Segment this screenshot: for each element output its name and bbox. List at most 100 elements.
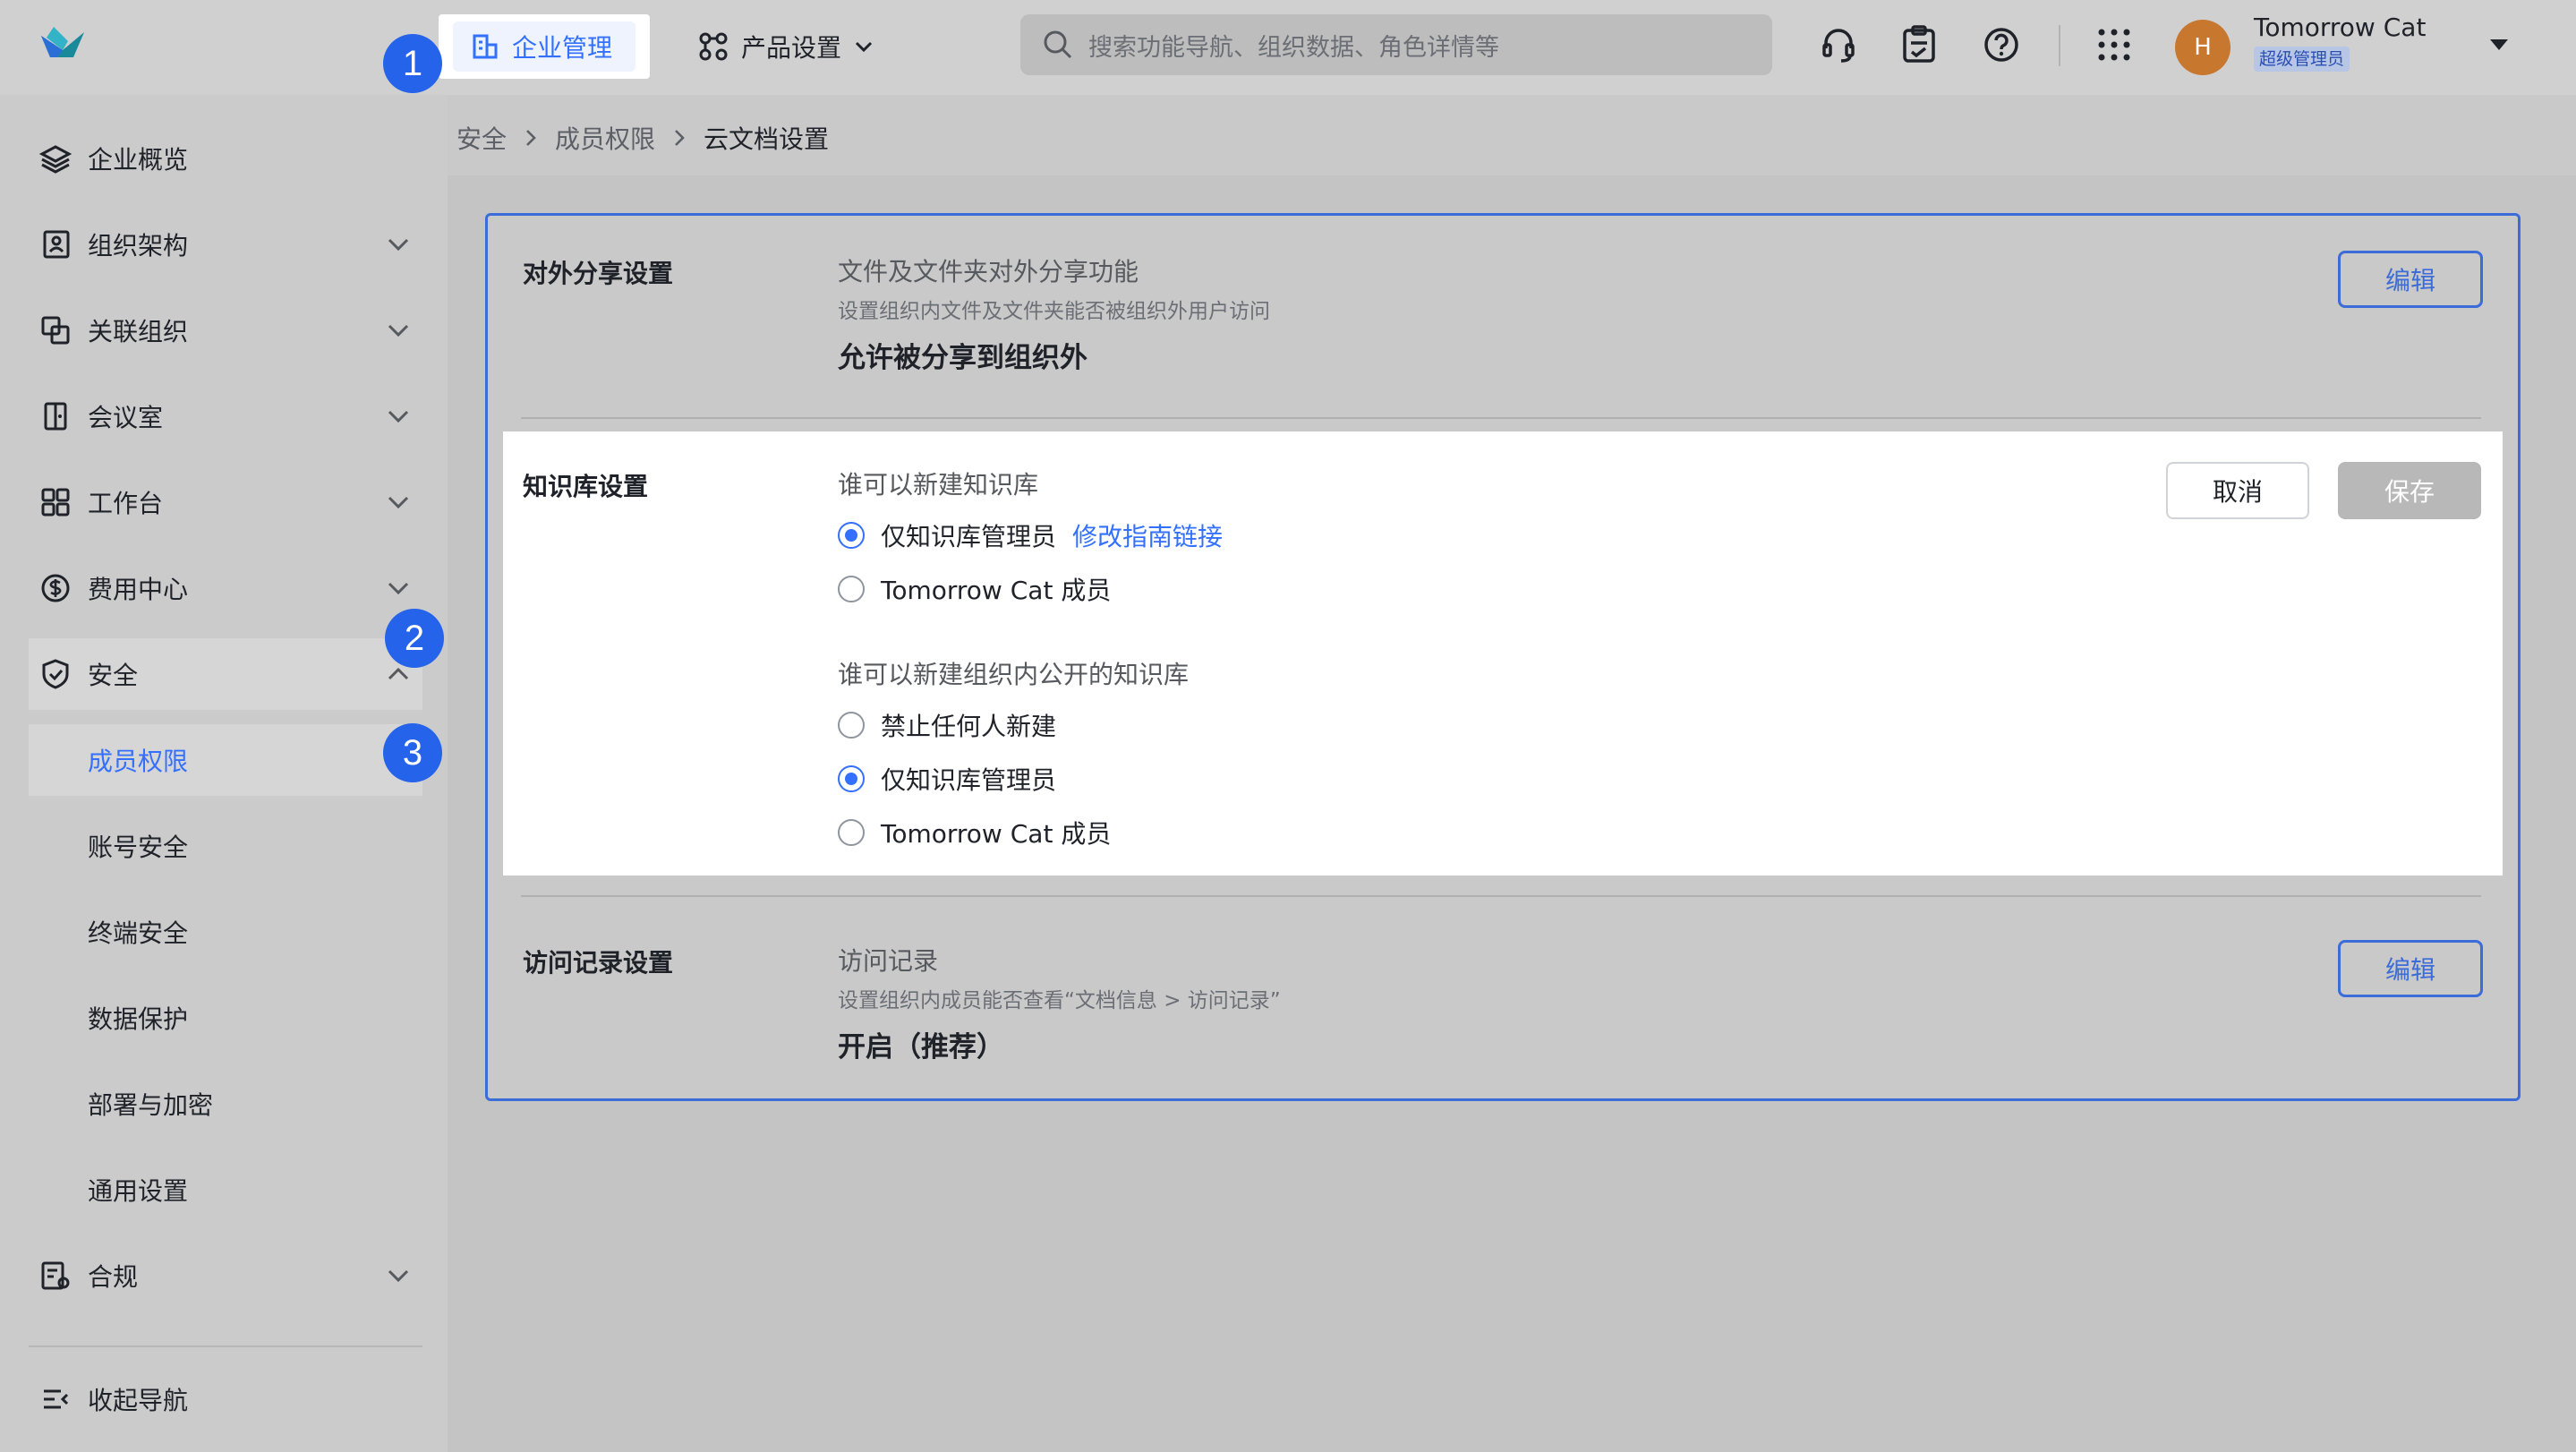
building-icon — [473, 34, 498, 59]
sidebar-subitem-device-security[interactable]: 终端安全 — [29, 896, 422, 968]
chevron-down-icon — [388, 324, 409, 337]
breadcrumb-current: 云文档设置 — [704, 124, 830, 154]
header-divider — [2059, 25, 2060, 66]
nav-product-label: 产品设置 — [741, 33, 842, 63]
sidebar-item-label: 关联组织 — [88, 317, 189, 346]
compliance-doc-icon — [41, 1261, 70, 1290]
kb-cancel-button[interactable]: 取消 — [2166, 462, 2309, 519]
sidebar-divider — [29, 1345, 422, 1347]
clipboard-icon[interactable] — [1898, 23, 1941, 66]
sidebar-subitem-member-permissions[interactable]: 成员权限 — [29, 724, 422, 796]
annotation-badge-1: 1 — [383, 34, 442, 93]
sidebar-item-org-structure[interactable]: 组织架构 — [29, 209, 422, 280]
collapse-icon — [44, 1389, 69, 1409]
access-edit-button[interactable]: 编辑 — [2338, 940, 2483, 997]
sidebar-subitem-general-settings[interactable]: 通用设置 — [29, 1154, 422, 1226]
nav-enterprise-management[interactable]: 企业管理 — [453, 21, 635, 72]
sidebar-item-label: 会议室 — [88, 403, 164, 432]
chevron-down-icon — [388, 496, 409, 509]
sidebar-item-compliance[interactable]: 合规 — [29, 1240, 422, 1311]
kb-q2-option-members[interactable]: Tomorrow Cat 成员 — [838, 815, 1111, 850]
headset-icon[interactable] — [1817, 23, 1860, 66]
sidebar-subitem-label: 部署与加密 — [88, 1090, 214, 1120]
dollar-icon — [41, 574, 70, 602]
sidebar-subitem-label: 账号安全 — [88, 833, 189, 862]
sidebar-item-label: 安全 — [88, 661, 139, 690]
chevron-down-icon — [388, 582, 409, 595]
sidebar-subitem-account-security[interactable]: 账号安全 — [29, 810, 422, 882]
collapse-nav-label: 收起导航 — [88, 1386, 189, 1415]
annotation-badge-2: 2 — [385, 609, 444, 668]
avatar[interactable]: H — [2175, 20, 2231, 75]
app-grid-icon[interactable] — [2093, 23, 2136, 66]
sidebar-subitem-deployment-encryption[interactable]: 部署与加密 — [29, 1068, 422, 1140]
sidebar-item-security[interactable]: 安全 — [29, 638, 422, 710]
user-role-badge: 超级管理员 — [2254, 47, 2350, 72]
sidebar-item-billing[interactable]: 费用中心 — [29, 552, 422, 624]
radio-unselected[interactable] — [838, 819, 865, 846]
caret-down-icon[interactable] — [2486, 36, 2512, 54]
share-settings-subtitle: 文件及文件夹对外分享功能 — [838, 257, 1139, 286]
breadcrumb-member-permissions[interactable]: 成员权限 — [555, 120, 655, 156]
sidebar-item-workbench[interactable]: 工作台 — [29, 466, 422, 538]
shield-icon — [42, 659, 69, 689]
share-settings-title: 对外分享设置 — [523, 259, 674, 288]
sidebar-item-overview[interactable]: 企业概览 — [29, 123, 422, 194]
chevron-right-icon — [675, 130, 685, 146]
kb-q2-option-none[interactable]: 禁止任何人新建 — [838, 707, 1056, 743]
sidebar-subitem-label: 成员权限 — [88, 747, 189, 776]
radio-label: Tomorrow Cat 成员 — [881, 819, 1112, 849]
nodes-icon — [699, 32, 728, 61]
sidebar-subitem-label: 终端安全 — [88, 918, 189, 948]
collapse-nav-button[interactable]: 收起导航 — [29, 1363, 422, 1435]
access-settings-title: 访问记录设置 — [523, 948, 674, 978]
user-name[interactable]: Tomorrow Cat — [2254, 13, 2426, 42]
sidebar-item-label: 企业概览 — [88, 145, 189, 175]
radio-selected[interactable] — [838, 765, 865, 792]
share-settings-desc: 设置组织内文件及文件夹能否被组织外用户访问 — [838, 300, 1270, 323]
share-edit-button[interactable]: 编辑 — [2338, 251, 2483, 308]
kb-save-button[interactable]: 保存 — [2338, 462, 2481, 519]
sidebar-subitem-data-protection[interactable]: 数据保护 — [29, 982, 422, 1054]
sidebar-item-label: 组织架构 — [88, 231, 189, 261]
sidebar-item-label: 工作台 — [88, 489, 164, 518]
kb-question-2: 谁可以新建组织内公开的知识库 — [838, 660, 1190, 689]
access-settings-subtitle: 访问记录 — [838, 946, 939, 976]
chevron-down-icon — [855, 41, 873, 53]
chevron-down-icon — [388, 1269, 409, 1283]
edit-guide-link[interactable]: 修改指南链接 — [1072, 517, 1223, 553]
search-icon — [1044, 30, 1072, 59]
door-icon — [44, 402, 67, 431]
sidebar-subitem-label: 通用设置 — [88, 1176, 189, 1206]
access-settings-value: 开启（推荐） — [838, 1031, 1004, 1063]
annotation-badge-3: 3 — [383, 723, 442, 782]
kb-q2-option-admin[interactable]: 仅知识库管理员 — [838, 761, 1056, 797]
kb-question-1: 谁可以新建知识库 — [838, 470, 1039, 500]
chevron-down-icon — [388, 238, 409, 252]
nav-enterprise-label: 企业管理 — [512, 33, 613, 63]
grid-icon — [41, 488, 70, 517]
section-divider — [521, 417, 2481, 419]
radio-unselected[interactable] — [838, 712, 865, 739]
search-input[interactable]: 搜索功能导航、组织数据、角色详情等 — [1020, 14, 1772, 75]
sidebar-item-label: 费用中心 — [88, 575, 189, 604]
sidebar-item-meeting-room[interactable]: 会议室 — [29, 380, 422, 452]
app-logo-icon[interactable] — [38, 23, 88, 63]
breadcrumb: 安全 成员权限 云文档设置 — [456, 120, 829, 156]
access-settings-desc: 设置组织内成员能否查看“文档信息 > 访问记录” — [838, 989, 1281, 1012]
help-icon[interactable] — [1980, 23, 2023, 66]
contact-book-icon — [43, 230, 70, 259]
sidebar-item-linked-orgs[interactable]: 关联组织 — [29, 295, 422, 366]
radio-unselected[interactable] — [838, 576, 865, 602]
breadcrumb-security[interactable]: 安全 — [456, 120, 507, 156]
radio-selected[interactable] — [838, 522, 865, 549]
kb-q1-option-admin[interactable]: 仅知识库管理员 修改指南链接 — [838, 517, 1223, 553]
kb-q1-option-members[interactable]: Tomorrow Cat 成员 — [838, 571, 1111, 607]
radio-label: 仅知识库管理员 — [881, 765, 1057, 795]
section-divider — [521, 895, 2481, 897]
kb-settings-title: 知识库设置 — [523, 472, 649, 501]
search-placeholder: 搜索功能导航、组织数据、角色详情等 — [1088, 33, 1499, 62]
layers-icon — [39, 145, 72, 174]
nav-product-settings[interactable]: 产品设置 — [698, 21, 874, 72]
sidebar-item-label: 合规 — [88, 1262, 139, 1292]
